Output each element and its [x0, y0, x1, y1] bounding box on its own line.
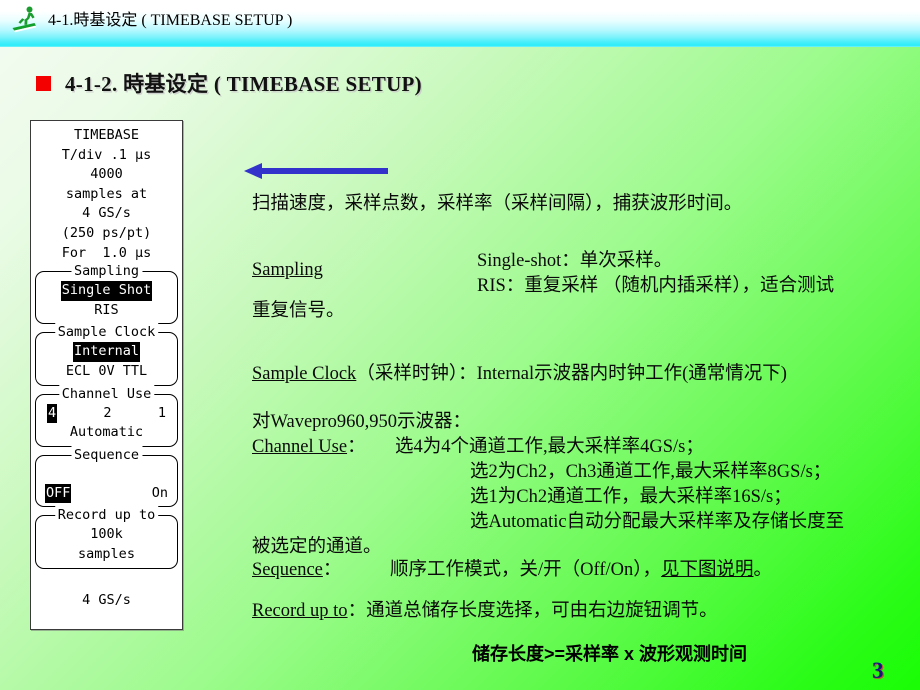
subtitle-row: 4-1-2. 時基设定 ( TIMEBASE SETUP) [36, 68, 422, 98]
group-sampling-legend: Sampling [70, 262, 143, 282]
group-sample-clock-row-2: ECL 0V TTL [38, 362, 175, 382]
channel-use-line: Channel Use： [252, 435, 366, 460]
panel-readout-tdiv: T/div .1 µs [61, 146, 152, 163]
option-channels-4[interactable]: 4 [47, 403, 58, 424]
sampling-heading: Sampling [252, 260, 323, 280]
group-channel-use-row-2: Automatic [38, 423, 175, 443]
sampling-single-shot-desc: Single-shot：单次采样。 [477, 251, 673, 271]
sequence-desc: 顺序工作模式，关/开（Off/On），见下图说明。 [390, 558, 772, 583]
group-sample-clock-row-1: Internal [38, 342, 175, 362]
storage-length-formula: 储存长度>=采样率 x 波形观测时间 [472, 644, 748, 664]
panel-readout-rate: 4 GS/s [82, 205, 131, 222]
panel-footer-rate: 4 GS/s [82, 591, 131, 608]
option-ecl-0v-ttl[interactable]: ECL 0V TTL [66, 362, 147, 382]
channel-use-colon: ： [347, 437, 366, 457]
page-title: 4-1.時基设定 ( TIMEBASE SETUP ) [48, 12, 293, 29]
record-up-to-heading: Record up to [252, 601, 348, 621]
option-channels-2[interactable]: 2 [103, 404, 111, 424]
subtitle-text: 4-1-2. 時基设定 ( TIMEBASE SETUP) [65, 72, 422, 96]
option-internal[interactable]: Internal [72, 342, 141, 362]
group-sequence: Sequence OFF On [35, 445, 178, 508]
skier-logo-icon [12, 6, 37, 33]
sequence-see-figure-link[interactable]: 见下图说明 [661, 560, 754, 580]
sequence-heading: Sequence [252, 560, 323, 580]
option-sequence-on[interactable]: On [152, 484, 168, 504]
red-square-bullet-icon [36, 75, 51, 91]
sequence-line: Sequence： [252, 558, 341, 583]
channel-use-desc-1: 选4为4个通道工作,最大采样率4GS/s； [395, 437, 704, 457]
slide-root: 4-1.時基设定 ( TIMEBASE SETUP ) 4-1-2. 時基设定 … [0, 0, 920, 690]
header-inner: 4-1.時基设定 ( TIMEBASE SETUP ) [10, 3, 292, 33]
sample-clock-heading: Sample Clock [252, 364, 357, 384]
option-ris[interactable]: RIS [94, 301, 118, 321]
intro-text: 扫描速度，采样点数，采样率（采样间隔），捕获波形时间。 [252, 194, 743, 214]
sampling-ris-desc-cont: 重复信号。 [252, 301, 345, 321]
option-single-shot[interactable]: Single Shot [60, 281, 153, 301]
panel-readout-duration: For 1.0 µs [61, 244, 152, 261]
group-channel-use: Channel Use 4 2 1 Automatic [35, 384, 178, 447]
sampling-ris-desc: RIS：重复采样 （随机内插采样），适合测试 [477, 276, 835, 296]
channel-use-heading: Channel Use [252, 437, 348, 457]
group-sequence-legend: Sequence [70, 445, 143, 465]
timebase-setup-panel: TIMEBASE T/div .1 µs 4000 samples at 4 G… [30, 120, 183, 630]
option-record-samples-unit: samples [78, 545, 135, 562]
channel-use-desc-2: 选2为Ch2，Ch3通道工作,最大采样率8GS/s； [470, 462, 832, 482]
sample-clock-line: Sample Clock（采样时钟）：Internal示波器内时钟工作(通常情况… [252, 362, 787, 387]
sequence-colon: ： [322, 560, 342, 580]
wavepro-models-line: 对Wavepro960,950示波器： [252, 412, 471, 432]
panel-readout-samples-count: 4000 [90, 166, 123, 183]
blue-left-arrow-icon [244, 163, 388, 179]
panel-readout-samples-at: samples at [65, 185, 148, 202]
group-record-row-1: 100k [38, 525, 175, 545]
panel-readout-interval: (250 ps/pt) [61, 224, 152, 241]
group-channel-use-row-1: 4 2 1 [38, 403, 175, 424]
group-record-up-to: Record up to 100k samples [35, 506, 178, 569]
option-channels-1[interactable]: 1 [158, 404, 166, 424]
group-channel-use-legend: Channel Use [58, 384, 155, 404]
page-number: 3 [872, 658, 884, 683]
option-automatic[interactable]: Automatic [70, 423, 143, 443]
group-sampling: Sampling Single Shot RIS [35, 262, 178, 325]
group-sequence-spacer [38, 465, 175, 484]
record-up-to-desc: ：通道总储存长度选择，可由右边旋钮调节。 [347, 601, 718, 621]
group-sampling-row-1: Single Shot [38, 281, 175, 301]
channel-use-desc-5: 被选定的通道。 [252, 537, 382, 557]
header-banner: 4-1.時基设定 ( TIMEBASE SETUP ) [0, 0, 920, 47]
sample-clock-desc: （采样时钟）：Internal示波器内时钟工作(通常情况下) [356, 364, 787, 384]
option-sequence-off[interactable]: OFF [45, 483, 72, 504]
sequence-desc-text: 顺序工作模式，关/开（Off/On）， [390, 560, 661, 580]
group-sample-clock: Sample Clock Internal ECL 0V TTL [35, 323, 178, 386]
record-up-to-line: Record up to：通道总储存长度选择，可由右边旋钮调节。 [252, 599, 718, 624]
channel-use-desc-3: 选1为Ch2通道工作，最大采样率16S/s； [470, 487, 792, 507]
sequence-desc-period: 。 [753, 560, 773, 580]
group-record-up-to-legend: Record up to [54, 506, 159, 526]
group-record-row-2: samples [38, 545, 175, 565]
panel-title: TIMEBASE [73, 127, 140, 143]
group-sampling-row-2: RIS [38, 301, 175, 321]
group-sequence-row-1: OFF On [38, 483, 175, 504]
channel-use-desc-4: 选Automatic自动分配最大采样率及存储长度至 [470, 512, 845, 532]
option-record-100k[interactable]: 100k [90, 525, 123, 545]
group-sample-clock-legend: Sample Clock [54, 323, 159, 343]
